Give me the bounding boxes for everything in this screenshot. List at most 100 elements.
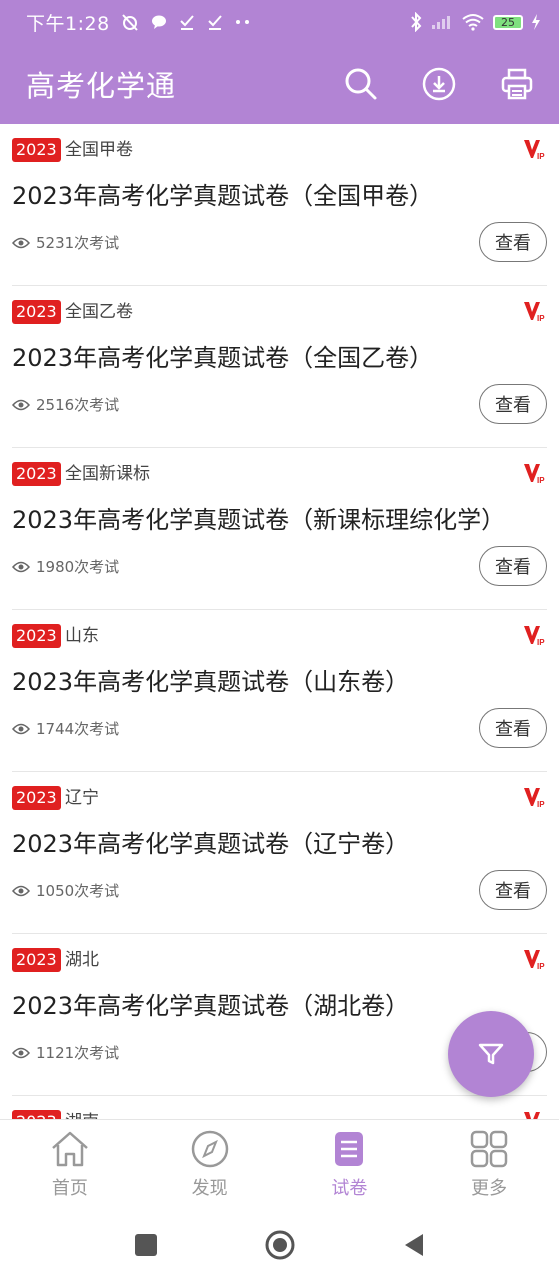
view-button[interactable]: 查看 xyxy=(479,546,547,586)
view-count: 1980次考试 xyxy=(12,556,119,577)
status-bar: 下午1:28 25 xyxy=(0,0,559,44)
eye-icon xyxy=(12,1047,30,1058)
region-label: 全国新课标 xyxy=(65,464,150,484)
chat-icon xyxy=(150,13,168,31)
alarm-off-icon xyxy=(120,12,140,32)
view-count: 1744次考试 xyxy=(12,718,119,739)
paper-card[interactable]: 2023 全国甲卷 IP 2023年高考化学真题试卷（全国甲卷） 5231次考试… xyxy=(12,124,547,286)
year-badge: 2023 xyxy=(12,948,61,972)
paper-title: 2023年高考化学真题试卷（新课标理综化学） xyxy=(12,506,506,534)
year-badge: 2023 xyxy=(12,624,61,648)
app-bar: 高考化学通 xyxy=(0,44,559,124)
region-label: 湖南 xyxy=(65,1110,99,1119)
paper-title: 2023年高考化学真题试卷（山东卷） xyxy=(12,668,410,696)
region-label: 湖北 xyxy=(65,950,99,970)
nav-item-home[interactable]: 首页 xyxy=(0,1120,140,1211)
svg-text:IP: IP xyxy=(537,314,545,322)
download-button[interactable] xyxy=(421,66,457,102)
home-icon xyxy=(52,1131,88,1167)
view-count-text: 1980次考试 xyxy=(36,558,120,576)
filter-button[interactable] xyxy=(448,1011,534,1097)
back-triangle-icon xyxy=(404,1234,423,1256)
print-icon xyxy=(501,68,533,100)
view-button[interactable]: 查看 xyxy=(479,384,547,424)
vip-icon: IP xyxy=(524,1112,540,1119)
vip-icon: IP xyxy=(524,788,545,808)
app-title: 高考化学通 xyxy=(26,69,177,103)
nav-label: 更多 xyxy=(471,1178,508,1199)
print-button[interactable] xyxy=(499,66,535,102)
eye-icon xyxy=(12,561,30,572)
view-count-text: 5231次考试 xyxy=(36,234,120,252)
view-count: 2516次考试 xyxy=(12,394,119,415)
square-icon xyxy=(134,1234,157,1256)
filter-icon xyxy=(478,1043,504,1065)
view-count-text: 2516次考试 xyxy=(36,396,120,414)
wifi-icon xyxy=(461,13,485,31)
paper-card[interactable]: 2023 山东 IP 2023年高考化学真题试卷（山东卷） 1744次考试 查看 xyxy=(12,610,547,772)
svg-text:IP: IP xyxy=(537,800,545,808)
vip-icon: IP xyxy=(524,140,545,160)
view-count-text: 1121次考试 xyxy=(36,1044,120,1062)
region-label: 全国乙卷 xyxy=(65,302,133,322)
nav-item-papers[interactable]: 试卷 xyxy=(280,1120,420,1211)
region-label: 全国甲卷 xyxy=(65,140,133,160)
nav-label: 首页 xyxy=(51,1178,88,1199)
view-button[interactable]: 查看 xyxy=(479,870,547,910)
vip-icon: IP xyxy=(524,626,545,646)
bottom-nav: 首页 发现 试卷 更多 xyxy=(0,1119,559,1211)
svg-text:IP: IP xyxy=(537,152,545,160)
recents-button[interactable] xyxy=(129,1228,163,1262)
paper-card[interactable]: 2023 辽宁 IP 2023年高考化学真题试卷（辽宁卷） 1050次考试 查看 xyxy=(12,772,547,934)
svg-text:IP: IP xyxy=(537,638,545,646)
circle-icon xyxy=(265,1230,294,1260)
status-time: 下午1:28 xyxy=(26,12,110,35)
view-count-text: 1744次考试 xyxy=(36,720,120,738)
download-done-icon xyxy=(178,13,196,31)
charging-icon xyxy=(531,14,541,30)
paper-card[interactable]: 2023 全国乙卷 IP 2023年高考化学真题试卷（全国乙卷） 2516次考试… xyxy=(12,286,547,448)
view-button[interactable]: 查看 xyxy=(479,222,547,262)
vip-icon: IP xyxy=(524,950,545,970)
year-badge: 2023 xyxy=(12,786,61,810)
back-button[interactable] xyxy=(397,1228,431,1262)
home-button[interactable] xyxy=(263,1228,297,1262)
bluetooth-icon xyxy=(409,12,423,32)
grid-icon xyxy=(470,1130,508,1168)
view-count: 5231次考试 xyxy=(12,232,119,253)
paper-title: 2023年高考化学真题试卷（全国甲卷） xyxy=(12,182,434,210)
vip-icon: IP xyxy=(524,464,545,484)
paper-list: 2023 全国甲卷 IP 2023年高考化学真题试卷（全国甲卷） 5231次考试… xyxy=(0,124,559,1119)
search-icon xyxy=(345,68,377,100)
more-dots-icon xyxy=(234,17,252,27)
region-label: 辽宁 xyxy=(65,788,99,808)
eye-icon xyxy=(12,885,30,896)
paper-card[interactable]: 2023 湖南 IP xyxy=(12,1096,547,1119)
system-nav-bar xyxy=(0,1210,559,1280)
svg-text:IP: IP xyxy=(537,476,545,484)
eye-icon xyxy=(12,723,30,734)
year-badge: 2023 xyxy=(12,462,61,486)
year-badge: 2023 xyxy=(12,300,61,324)
download-done-icon xyxy=(206,13,224,31)
paper-title: 2023年高考化学真题试卷（全国乙卷） xyxy=(12,344,434,372)
compass-icon xyxy=(191,1130,228,1168)
year-badge: 2023 xyxy=(12,1110,61,1119)
eye-icon xyxy=(12,399,30,410)
view-button[interactable]: 查看 xyxy=(479,708,547,748)
paper-title: 2023年高考化学真题试卷（湖北卷） xyxy=(12,992,410,1020)
signal-icon xyxy=(431,14,453,30)
view-count-text: 1050次考试 xyxy=(36,882,120,900)
year-badge: 2023 xyxy=(12,138,61,162)
svg-text:IP: IP xyxy=(537,962,545,970)
nav-item-discover[interactable]: 发现 xyxy=(140,1120,280,1211)
vip-icon: IP xyxy=(524,302,545,322)
paper-card[interactable]: 2023 全国新课标 IP 2023年高考化学真题试卷（新课标理综化学） 198… xyxy=(12,448,547,610)
battery-indicator: 25 xyxy=(493,14,523,30)
nav-label: 试卷 xyxy=(331,1178,368,1199)
nav-item-more[interactable]: 更多 xyxy=(419,1120,559,1211)
eye-icon xyxy=(12,237,30,248)
region-label: 山东 xyxy=(65,626,99,646)
view-count: 1121次考试 xyxy=(12,1042,119,1063)
search-button[interactable] xyxy=(343,66,379,102)
